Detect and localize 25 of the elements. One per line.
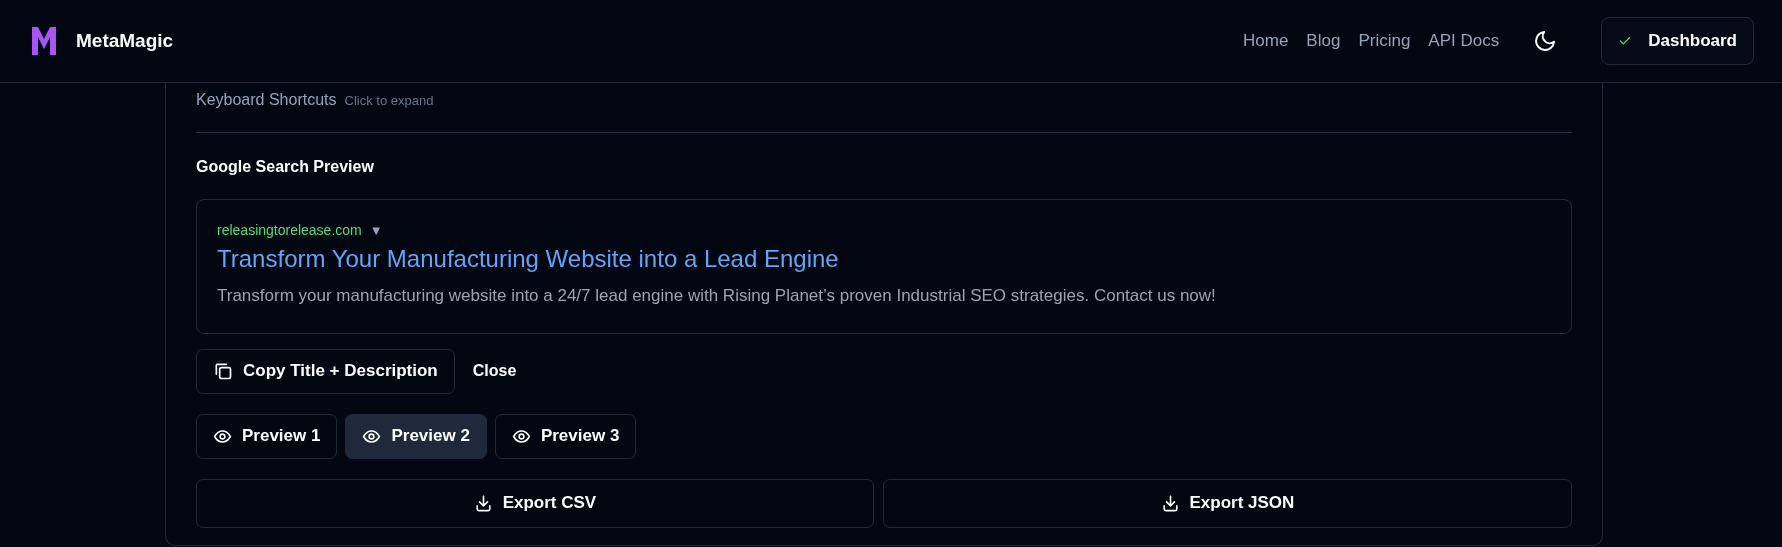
- preview-tab[interactable]: Preview 2: [345, 413, 487, 459]
- download-icon: [473, 493, 493, 513]
- section-heading: Google Search Preview: [196, 157, 375, 177]
- preview-tab[interactable]: Preview 1: [196, 413, 338, 459]
- copy-button[interactable]: Copy Title + Description: [196, 348, 455, 394]
- nav-link[interactable]: API Docs: [1428, 28, 1500, 54]
- export-button[interactable]: Export CSV: [196, 478, 874, 528]
- preview-url: releasingtorelease.com: [217, 221, 362, 240]
- brand-name[interactable]: MetaMagic: [76, 26, 174, 56]
- section-title[interactable]: Keyboard Shortcuts: [196, 88, 337, 112]
- nav-link[interactable]: Pricing: [1358, 28, 1411, 54]
- export-button[interactable]: Export JSON: [882, 478, 1572, 528]
- download-icon: [1160, 493, 1180, 513]
- dashboard-button[interactable]: Dashboard: [1601, 17, 1754, 65]
- copy-icon: [213, 361, 233, 381]
- close-button[interactable]: Close: [454, 348, 535, 394]
- nav-link[interactable]: Home: [1243, 28, 1289, 54]
- expand-hint: Click to expand: [344, 92, 434, 110]
- caret-icon: ▼: [369, 220, 383, 241]
- preview-tab[interactable]: Preview 3: [494, 413, 637, 459]
- check-icon: [1618, 34, 1633, 48]
- preview-description: Transform your manufacturing website into a 24/7 lead engine with Rising Planet’s proven Industrial SEO strategies. Contact us now!: [217, 285, 1217, 307]
- preview-title: Transform Your Manufacturing Website into a Lead Engine: [217, 244, 840, 274]
- moon-icon[interactable]: [1533, 29, 1558, 53]
- nav-link[interactable]: Blog: [1306, 28, 1341, 54]
